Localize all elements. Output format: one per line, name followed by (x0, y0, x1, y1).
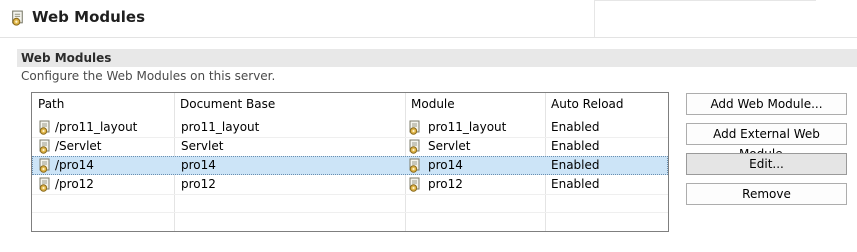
cell-path: /pro14 (55, 158, 94, 172)
add-web-module-button[interactable]: Add Web Module... (686, 93, 847, 115)
cell-auto-reload: Enabled (551, 177, 600, 191)
cell-auto-reload: Enabled (551, 120, 600, 134)
web-module-icon (408, 158, 422, 173)
add-external-web-module-button[interactable]: Add External Web Module... (686, 123, 847, 161)
table-row[interactable]: /pro11_layout pro11_layout pro11_layout … (32, 118, 668, 137)
remove-button[interactable]: Remove (686, 183, 847, 205)
cell-module: Servlet (428, 139, 471, 153)
web-modules-table[interactable]: Path Document Base Module Auto Reload /p… (31, 92, 669, 232)
server-module-icon (10, 10, 26, 26)
web-module-icon (38, 120, 52, 135)
section-header[interactable] (17, 49, 857, 67)
web-module-icon (408, 120, 422, 135)
cell-module: pro11_layout (428, 120, 507, 134)
edit-button[interactable]: Edit... (686, 153, 847, 175)
cell-module: pro14 (428, 158, 463, 172)
editor-header: Web Modules (0, 0, 857, 38)
section-title: Web Modules (21, 51, 112, 65)
page-title: Web Modules (32, 8, 146, 26)
web-module-icon (38, 139, 52, 154)
web-module-icon (408, 139, 422, 154)
web-module-icon (38, 177, 52, 192)
cell-document-base: Servlet (181, 139, 224, 153)
table-row[interactable]: /Servlet Servlet Servlet Enabled (32, 137, 668, 156)
cell-path: /pro12 (55, 177, 94, 191)
web-module-icon (38, 158, 52, 173)
column-header-module[interactable]: Module (405, 93, 455, 115)
section-description: Configure the Web Modules on this server… (21, 69, 276, 83)
cell-auto-reload: Enabled (551, 139, 600, 153)
cell-document-base: pro14 (181, 158, 216, 172)
cell-auto-reload: Enabled (551, 158, 600, 172)
table-row-selected[interactable]: /pro14 pro14 pro14 Enabled (32, 156, 668, 175)
column-header-auto-reload[interactable]: Auto Reload (545, 93, 624, 115)
cell-document-base: pro12 (181, 177, 216, 191)
column-header-path[interactable]: Path (32, 93, 64, 115)
column-header-document-base[interactable]: Document Base (174, 93, 275, 115)
cell-document-base: pro11_layout (181, 120, 260, 134)
web-module-icon (408, 177, 422, 192)
header-divider (0, 37, 857, 38)
cell-path: /pro11_layout (55, 120, 138, 134)
cell-path: /Servlet (55, 139, 102, 153)
cell-module: pro12 (428, 177, 463, 191)
table-row[interactable]: /pro12 pro12 pro12 Enabled (32, 175, 668, 194)
